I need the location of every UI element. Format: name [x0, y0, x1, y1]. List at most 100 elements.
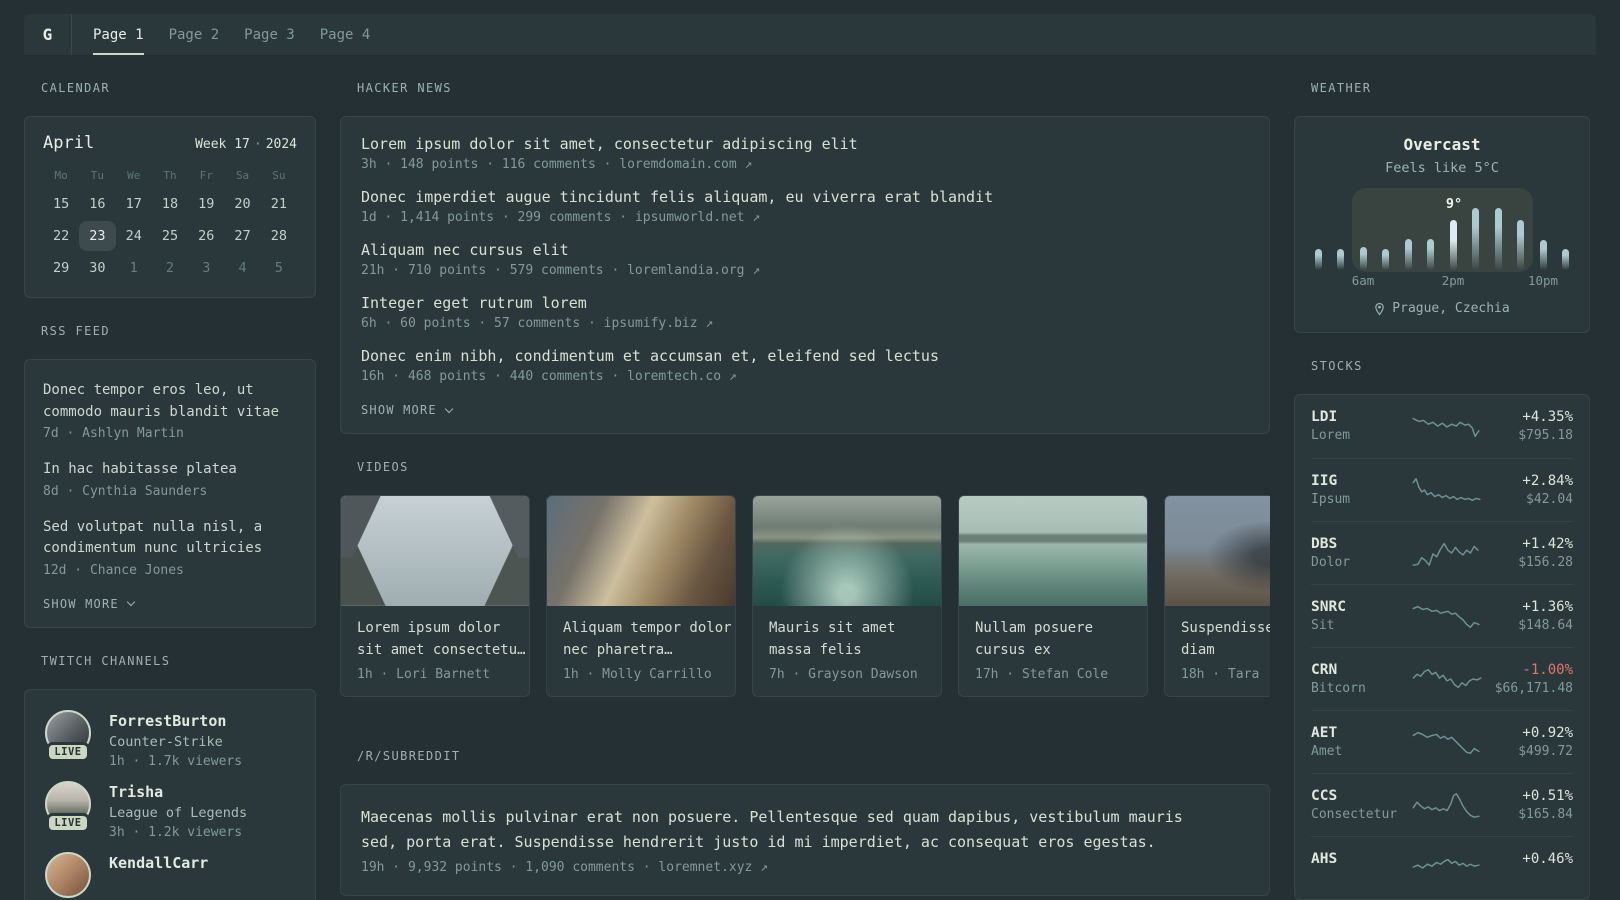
subreddit-widget: Maecenas mollis pulvinar erat non posuer…	[340, 784, 1270, 896]
stock-values: +2.84% $42.04	[1522, 473, 1573, 508]
calendar-day-next-month: 3	[202, 260, 211, 276]
video-thumbnail[interactable]	[341, 496, 529, 606]
twitch-channel-row[interactable]: LIVE ForrestBurton Counter-Strike 1h · 1…	[43, 709, 297, 769]
video-meta: 7h · Grayson Dawson	[769, 667, 918, 682]
avatar-wrap: LIVE	[43, 709, 93, 769]
video-card[interactable]: Mauris sit amet massa felis 7h · Grayson …	[752, 495, 942, 697]
temp-bar	[1359, 247, 1367, 270]
stock-id: CCS Consectetur	[1311, 788, 1409, 823]
hn-story-source-link[interactable]: loremtech.co ↗	[627, 369, 737, 384]
reddit-post-source-link[interactable]: loremnet.xyz ↗	[658, 860, 768, 875]
stock-row[interactable]: LDI Lorem +4.35% $795.18	[1311, 395, 1573, 458]
rss-item-title[interactable]: In hac habitasse platea	[43, 459, 297, 481]
tab-page-3[interactable]: Page 3	[244, 14, 295, 55]
stock-sparkline	[1412, 731, 1480, 754]
live-badge: LIVE	[49, 815, 87, 830]
channel-name[interactable]: Trisha	[109, 783, 247, 801]
hn-story-source-link[interactable]: loremlandia.org ↗	[627, 263, 760, 278]
twitch-channel-row[interactable]: KendallCarr	[43, 851, 297, 898]
video-thumbnail[interactable]	[547, 496, 735, 606]
stock-symbol: LDI	[1311, 409, 1338, 425]
stock-row[interactable]: AHS +0.46%	[1311, 836, 1573, 899]
hn-story-source-link[interactable]: ipsumify.biz ↗	[604, 316, 714, 331]
hn-story-title[interactable]: Donec enim nibh, condimentum et accumsan…	[361, 347, 1249, 365]
channel-name[interactable]: ForrestBurton	[109, 712, 242, 730]
stock-sparkline	[1412, 542, 1479, 566]
weekday-label: Sa	[235, 169, 250, 182]
stock-sparkline	[1412, 605, 1480, 628]
video-thumbnail[interactable]	[959, 496, 1147, 606]
hn-show-more-button[interactable]: SHOW MORE	[361, 403, 454, 417]
stock-row[interactable]: SNRC Sit +1.36% $148.64	[1311, 584, 1573, 647]
stock-row[interactable]: CRN Bitcorn -1.00% $66,171.48	[1311, 647, 1573, 710]
stock-row[interactable]: DBS Dolor +1.42% $156.28	[1311, 521, 1573, 584]
calendar-day-selected: 23	[79, 221, 116, 251]
stock-name: Amet	[1311, 743, 1343, 759]
channel-meta: 1h · 1.7k viewers	[109, 753, 243, 769]
stock-name: Dolor	[1311, 554, 1351, 570]
video-info: Mauris sit amet massa felis 7h · Grayson …	[753, 606, 941, 696]
hn-story-title[interactable]: Lorem ipsum dolor sit amet, consectetur …	[361, 135, 1249, 153]
channel-name[interactable]: KendallCarr	[109, 854, 208, 872]
videos-heading: VIDEOS	[357, 460, 409, 474]
stock-row[interactable]: AET Amet +0.92% $499.72	[1311, 710, 1573, 773]
stock-id: SNRC Sit	[1311, 599, 1409, 634]
twitch-channel-row[interactable]: LIVE Trisha League of Legends 3h · 1.2k …	[43, 780, 297, 840]
rss-item-title[interactable]: Sed volutpat nulla nisl, a condimentum n…	[43, 517, 297, 560]
video-card[interactable]: Nullam posuere cursus ex 17h · Stefan Col…	[958, 495, 1148, 697]
left-column: CALENDAR April Week 17 · 2024 Mo Tu We Th …	[24, 55, 316, 900]
hn-story: Aliquam nec cursus elit 21h · 710 points…	[361, 241, 1249, 278]
stock-symbol: SNRC	[1311, 598, 1346, 615]
video-card[interactable]: Aliquam tempor dolor nec pharetra… 1h · M…	[546, 495, 736, 697]
hn-story-source-link[interactable]: ipsumworld.net ↗	[635, 210, 760, 225]
reddit-post-title[interactable]: Maecenas mollis pulvinar erat non posuer…	[361, 805, 1183, 855]
stock-price: $165.84	[1518, 806, 1573, 822]
stock-sparkline	[1412, 668, 1482, 689]
weekday-label: Mo	[54, 169, 68, 182]
rss-item-title[interactable]: Donec tempor eros leo, ut commodo mauris…	[43, 380, 297, 423]
stock-id: AET Amet	[1311, 725, 1409, 760]
avatar[interactable]	[45, 851, 91, 898]
stocks-widget: LDI Lorem +4.35% $795.18 IIG Ipsum +2.84% $4…	[1294, 394, 1590, 900]
video-thumbnail[interactable]	[1165, 496, 1270, 606]
calendar-day: 22	[53, 228, 70, 244]
time-tick: 10pm	[1527, 273, 1559, 288]
video-title: Mauris sit amet massa felis	[769, 620, 896, 658]
weather-feels-like: Feels like 5°C	[1385, 160, 1499, 176]
stock-price: $156.28	[1518, 554, 1573, 570]
video-title: Suspendisse diam	[1181, 620, 1270, 658]
tab-page-4[interactable]: Page 4	[320, 14, 371, 55]
video-card[interactable]: Suspendisse diam 18h · Tara	[1164, 495, 1270, 697]
rss-item-meta: 8d · Cynthia Saunders	[43, 483, 208, 499]
chevron-down-icon	[444, 404, 454, 413]
rss-show-more-button[interactable]: SHOW MORE	[43, 597, 136, 611]
hn-story-title[interactable]: Integer eget rutrum lorem	[361, 294, 1249, 312]
video-card[interactable]: Lorem ipsum dolor sit amet consectetu… 1h…	[340, 495, 530, 697]
video-thumbnail[interactable]	[753, 496, 941, 606]
hn-story-meta: 3h · 148 points · 116 comments · loremdo…	[361, 157, 753, 172]
hn-story-title[interactable]: Aliquam nec cursus elit	[361, 241, 1249, 259]
stock-sparkline	[1412, 793, 1480, 818]
temperature-bars	[1315, 206, 1569, 270]
rss-item-meta: 12d · Chance Jones	[43, 562, 184, 578]
stock-name: Ipsum	[1311, 491, 1351, 507]
hn-story-title[interactable]: Donec imperdiet augue tincidunt felis al…	[361, 188, 1249, 206]
stock-change-pct: +0.92%	[1522, 724, 1573, 741]
tab-page-2[interactable]: Page 2	[169, 14, 220, 55]
calendar-day: 21	[270, 196, 287, 212]
stock-row[interactable]: CCS Consectetur +0.51% $165.84	[1311, 773, 1573, 836]
stock-values: +0.46%	[1522, 851, 1573, 886]
temp-bar	[1315, 249, 1322, 270]
tab-page-1[interactable]: Page 1	[93, 14, 144, 55]
dashboard-columns: CALENDAR April Week 17 · 2024 Mo Tu We Th …	[24, 55, 1596, 900]
calendar-day-next-month: 4	[238, 260, 247, 276]
stock-row[interactable]: IIG Ipsum +2.84% $42.04	[1311, 458, 1573, 521]
stock-id: LDI Lorem	[1311, 409, 1409, 444]
hn-story-source-link[interactable]: loremdomain.com ↗	[619, 157, 752, 172]
rss-item: In hac habitasse platea 8d · Cynthia Sau…	[43, 459, 297, 499]
avatar-wrap	[43, 851, 93, 898]
live-badge: LIVE	[49, 744, 87, 759]
stock-symbol: AET	[1311, 724, 1338, 741]
temp-bar	[1517, 220, 1525, 270]
stock-symbol: IIG	[1311, 472, 1338, 489]
